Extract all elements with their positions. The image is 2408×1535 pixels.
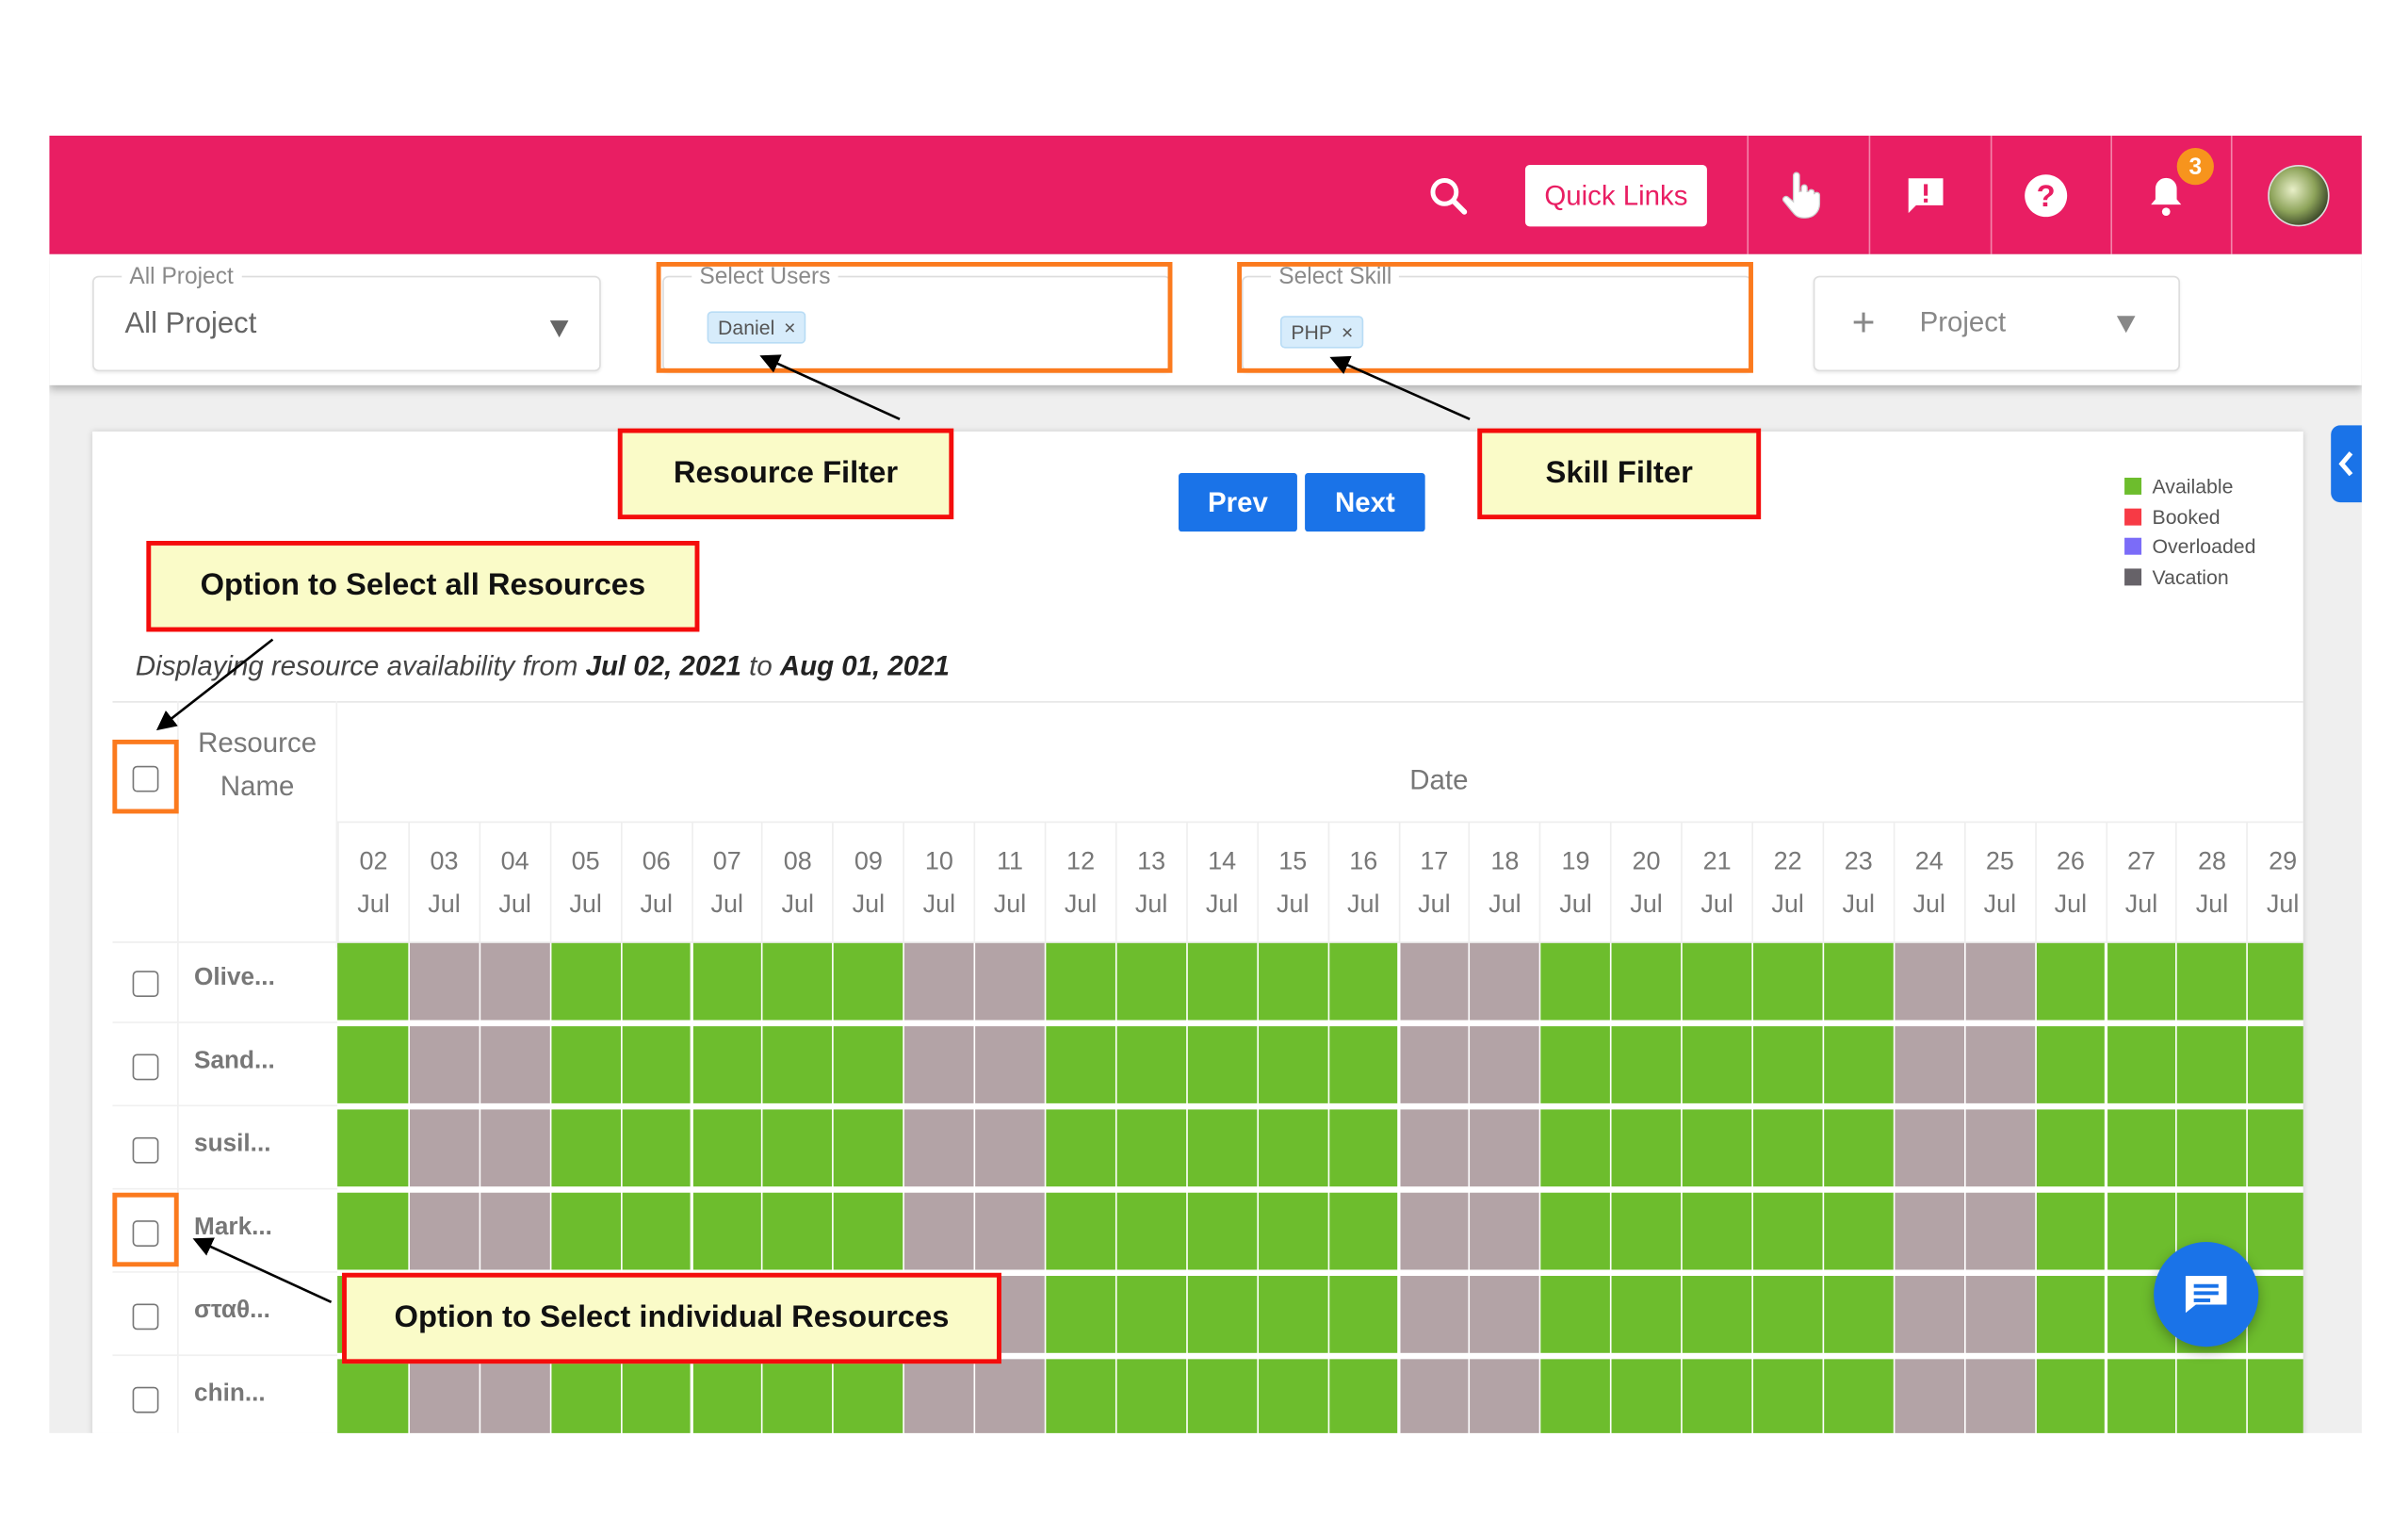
select-all-callout: Option to Select all Resources: [146, 540, 700, 632]
select-individual-callout: Option to Select individual Resources: [342, 1272, 1001, 1364]
chat-button[interactable]: [2154, 1242, 2259, 1347]
skill-filter-callout: Skill Filter: [1477, 428, 1762, 520]
arrow: [759, 354, 901, 420]
arrow: [155, 638, 274, 731]
chat-icon: [2185, 1276, 2227, 1314]
resource-filter-callout: Resource Filter: [617, 428, 954, 520]
arrow: [192, 1237, 333, 1304]
arrow: [1329, 355, 1471, 420]
